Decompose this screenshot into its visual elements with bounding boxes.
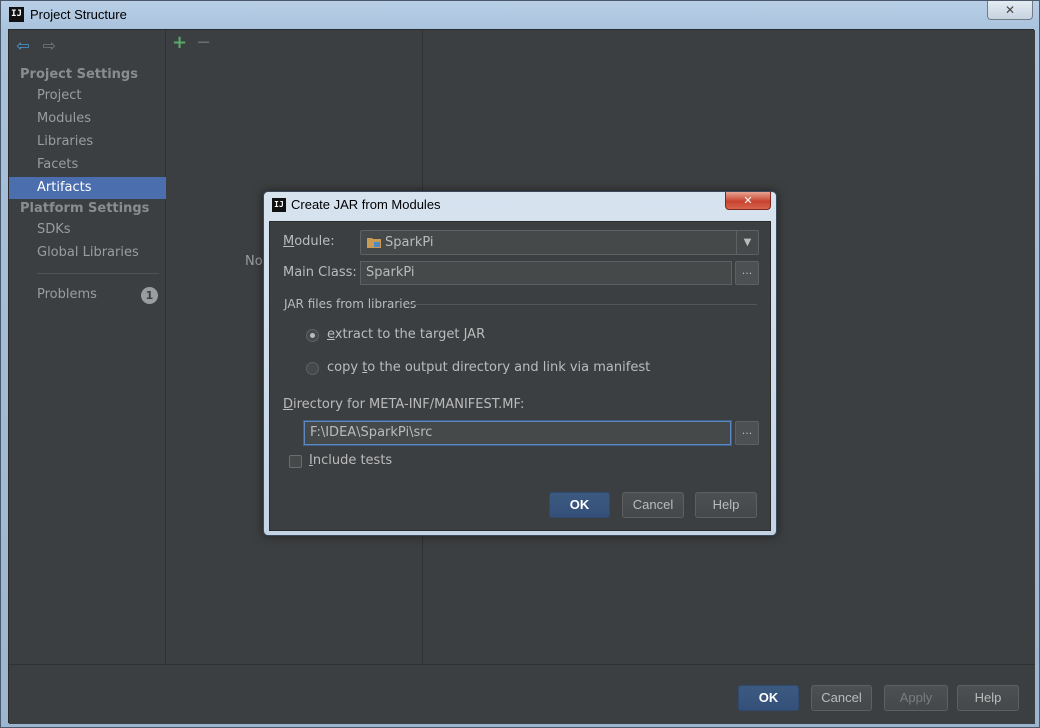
apply-button[interactable]: Apply	[884, 685, 948, 711]
sidebar-item-artifacts[interactable]: Artifacts	[9, 177, 166, 199]
window-titlebar[interactable]: IJ Project Structure ✕	[1, 1, 1039, 29]
radio-copy-label[interactable]: copy to the output directory and link vi…	[327, 360, 650, 375]
browse-manifest-dir-button[interactable]: ...	[735, 421, 759, 445]
module-select-value: SparkPi	[385, 235, 434, 250]
module-folder-icon	[367, 238, 381, 248]
dialog-close-button[interactable]: ✕	[725, 192, 771, 210]
empty-list-text: No	[245, 254, 263, 269]
sidebar-item-libraries[interactable]: Libraries	[9, 131, 166, 153]
arrow-right-icon[interactable]: ⇨	[41, 38, 57, 54]
main-class-label: Main Class:	[283, 265, 357, 280]
sidebar-item-project[interactable]: Project	[9, 85, 166, 107]
chevron-down-icon[interactable]: ▼	[736, 231, 758, 254]
radio-extract-label[interactable]: extract to the target JAR	[327, 327, 485, 342]
intellij-app-icon: IJ	[9, 7, 24, 22]
radio-extract[interactable]	[306, 329, 319, 342]
radio-copy[interactable]	[306, 362, 319, 375]
sidebar-item-sdks[interactable]: SDKs	[9, 219, 166, 241]
platform-settings-header: Platform Settings	[20, 201, 150, 216]
module-label: Module:	[283, 234, 335, 249]
cancel-button[interactable]: Cancel	[811, 685, 872, 711]
sidebar-item-facets[interactable]: Facets	[9, 154, 166, 176]
sidebar-item-global-libraries[interactable]: Global Libraries	[9, 242, 166, 264]
help-button[interactable]: Help	[957, 685, 1019, 711]
browse-main-class-button[interactable]: ...	[735, 261, 759, 285]
problems-count-badge: 1	[141, 287, 158, 304]
module-select[interactable]: SparkPi ▼	[360, 230, 759, 255]
sidebar-item-modules[interactable]: Modules	[9, 108, 166, 130]
window-title: Project Structure	[30, 7, 127, 22]
dialog-ok-button[interactable]: OK	[549, 492, 610, 518]
intellij-dialog-icon: IJ	[272, 198, 286, 212]
group-divider	[407, 304, 757, 305]
jar-files-group-title: JAR files from libraries	[284, 297, 417, 311]
remove-artifact-icon[interactable]: −	[196, 32, 211, 53]
dialog-body: Module: SparkPi ▼ Main Class: SparkPi ..…	[269, 221, 771, 531]
create-jar-dialog: IJ Create JAR from Modules ✕ Module: Spa…	[263, 191, 777, 536]
add-artifact-icon[interactable]: +	[172, 32, 187, 53]
main-class-field[interactable]: SparkPi	[360, 261, 732, 285]
sidebar-item-problems[interactable]: Problems 1	[9, 284, 166, 306]
settings-sidebar: ⇦ ⇨ Project Settings Project Modules Lib…	[9, 30, 166, 664]
manifest-dir-label: Directory for META-INF/MANIFEST.MF:	[283, 397, 525, 412]
manifest-dir-field[interactable]: F:\IDEA\SparkPi\src	[304, 421, 731, 445]
problems-label: Problems	[37, 287, 97, 302]
nav-arrows: ⇦ ⇨	[15, 38, 63, 54]
include-tests-checkbox[interactable]	[289, 455, 302, 468]
arrow-left-icon[interactable]: ⇦	[15, 38, 31, 54]
sidebar-divider	[37, 273, 159, 274]
window-close-button[interactable]: ✕	[987, 1, 1033, 20]
dialog-cancel-button[interactable]: Cancel	[622, 492, 684, 518]
project-settings-header: Project Settings	[20, 67, 138, 82]
dialog-help-button[interactable]: Help	[695, 492, 757, 518]
ok-button[interactable]: OK	[738, 685, 799, 711]
footer-button-bar: OK Cancel Apply Help	[9, 664, 1035, 724]
dialog-title: Create JAR from Modules	[291, 197, 441, 212]
include-tests-label[interactable]: Include tests	[309, 453, 392, 468]
